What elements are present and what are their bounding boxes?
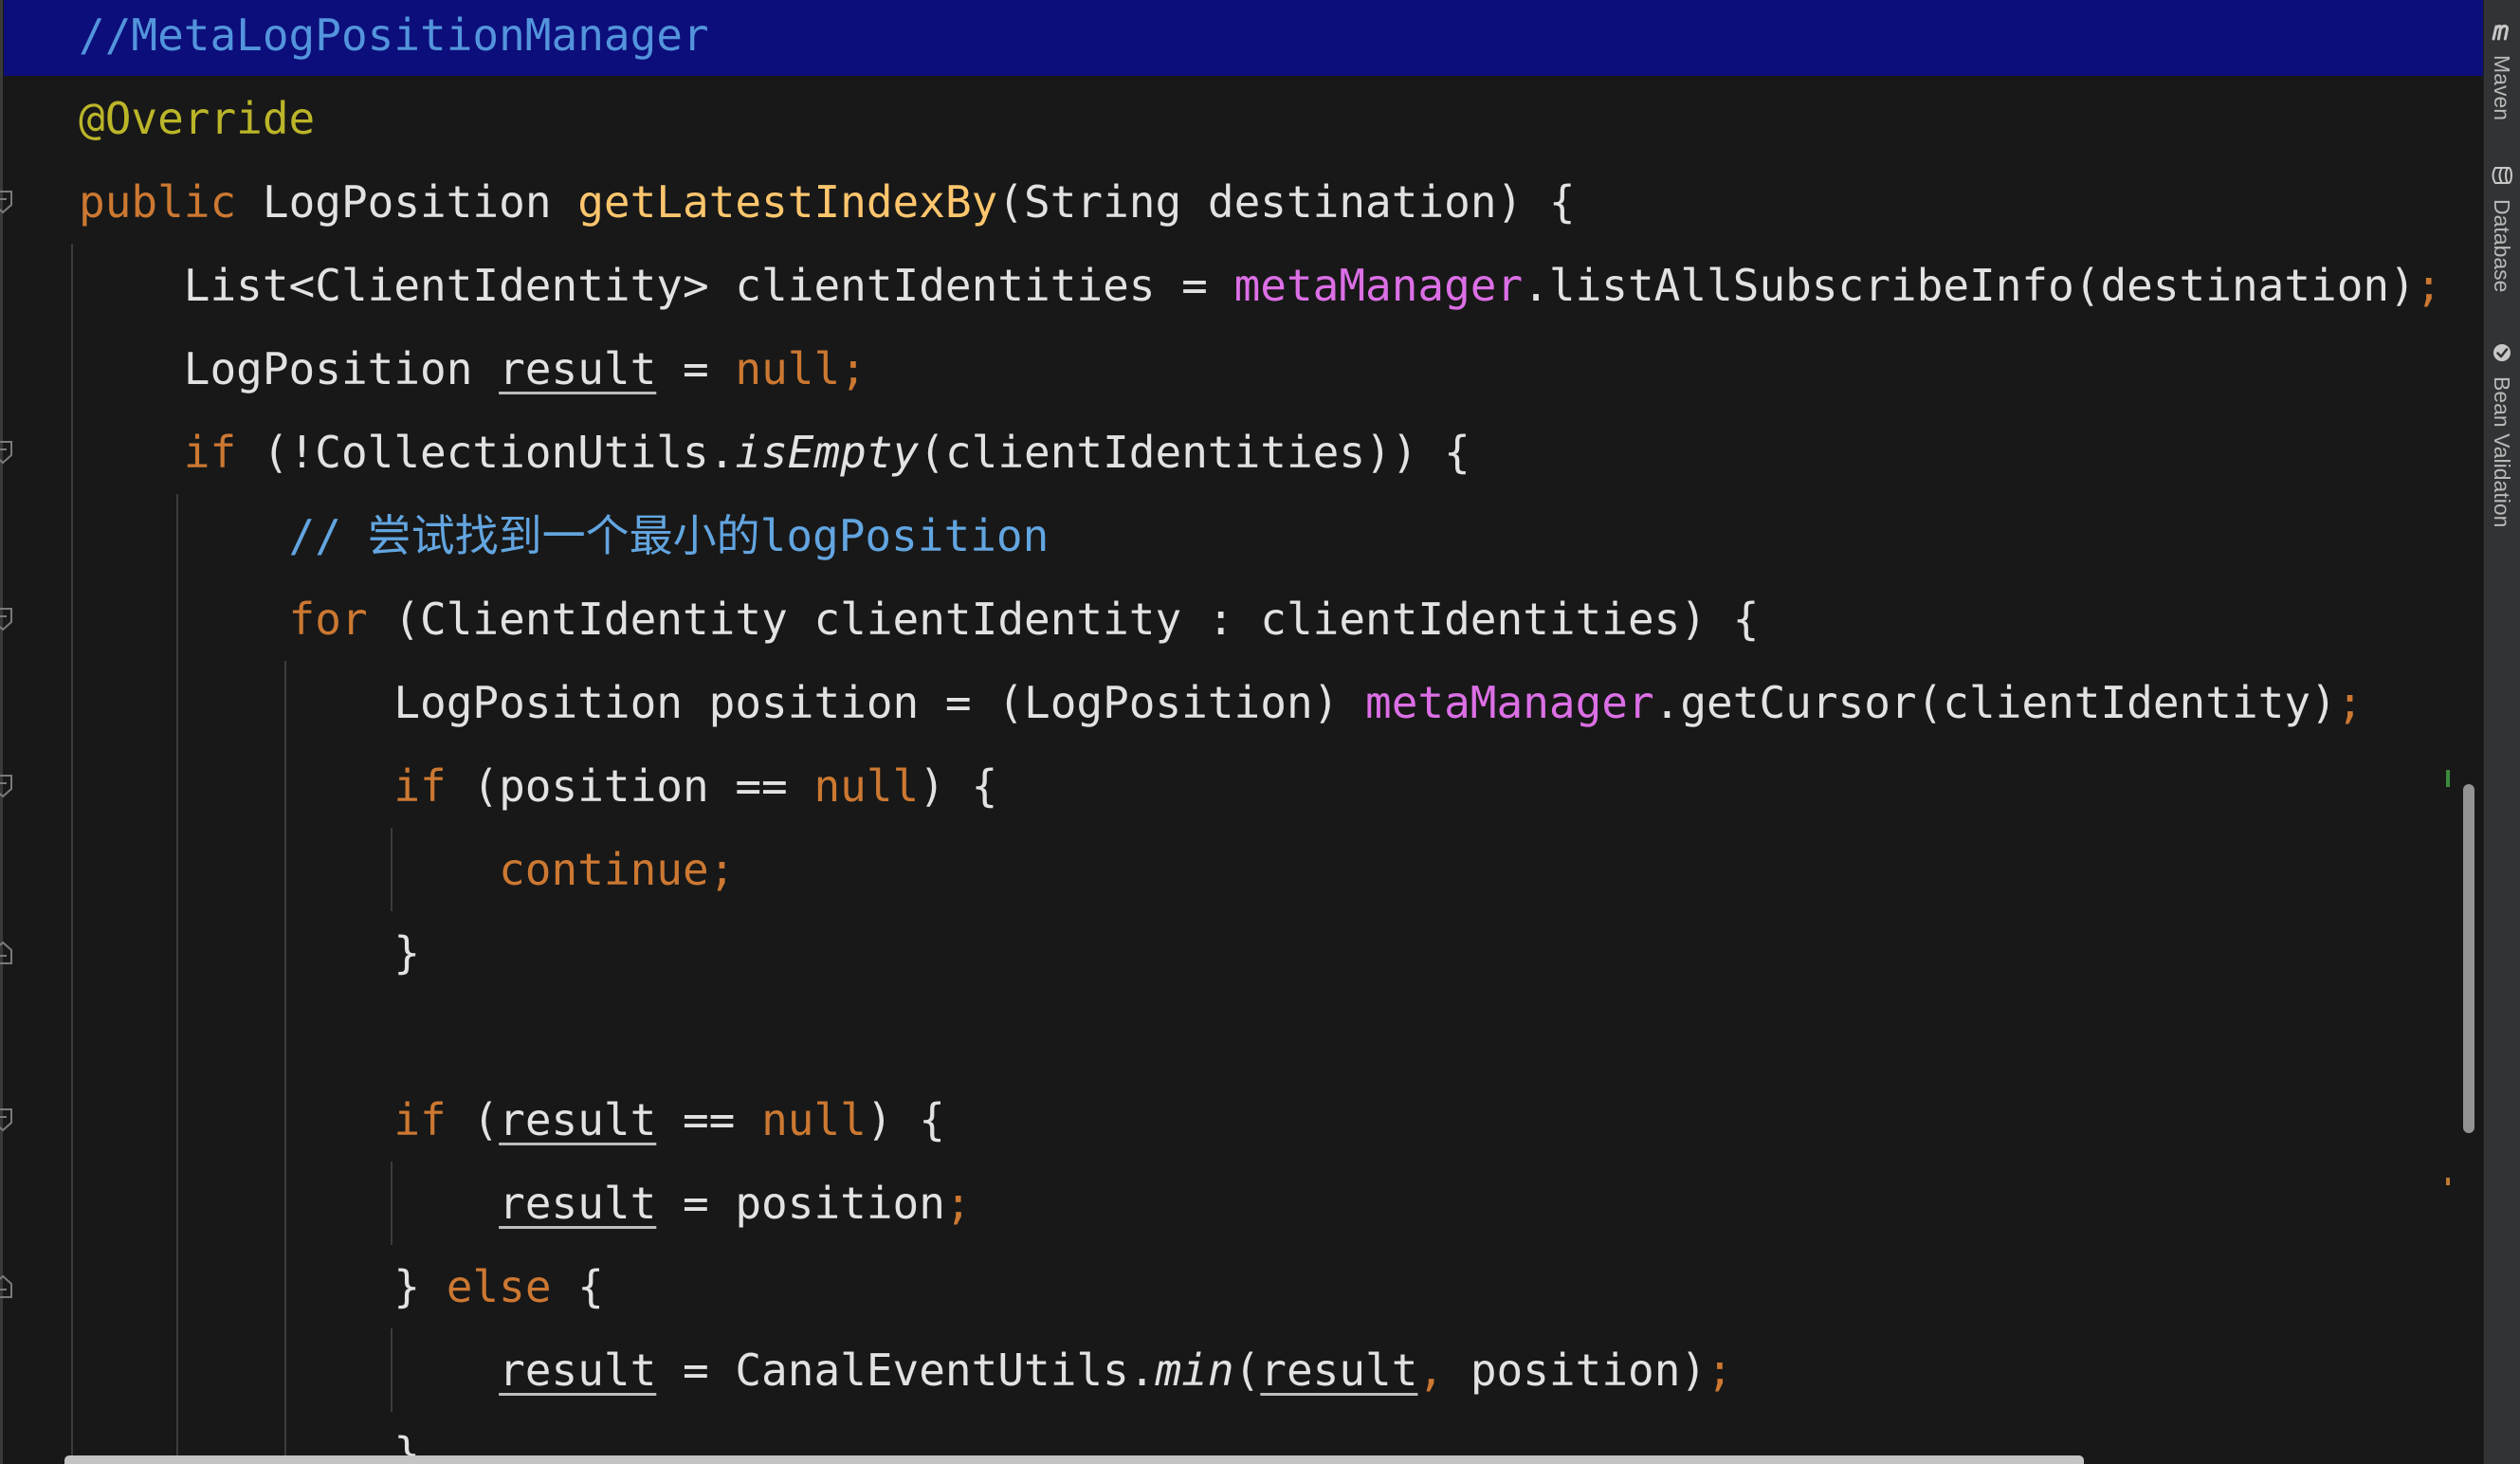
code-token[interactable]: ( — [472, 1094, 499, 1145]
code-line-4[interactable]: List<ClientIdentity> clientIdentities = … — [0, 244, 2483, 327]
code-line-6[interactable]: if (!CollectionUtils.isEmpty(clientIdent… — [0, 411, 2483, 494]
code-token[interactable]: continue; — [79, 844, 735, 895]
code-token[interactable]: public — [79, 176, 263, 228]
bean-validation-icon — [2490, 340, 2514, 365]
code-token[interactable]: //MetaLogPositionManager — [79, 9, 709, 61]
code-line-14[interactable]: if (result == null) { — [0, 1078, 2483, 1162]
code-line-17[interactable]: result = CanalEventUtils.min(result, pos… — [0, 1328, 2483, 1412]
code-token[interactable]: LogPosition — [263, 176, 577, 228]
code-token[interactable]: metaManager — [1365, 677, 1654, 728]
code-token[interactable]: // 尝试找到一个最小的logPosition — [79, 510, 1050, 561]
code-line-9[interactable]: LogPosition position = (LogPosition) met… — [0, 661, 2483, 744]
code-token[interactable]: result — [499, 1345, 656, 1396]
code-area[interactable]: //MetaLogPositionManager @Override public … — [0, 0, 2483, 1464]
error-stripe-change-marker[interactable] — [2446, 770, 2450, 787]
ide-window: //MetaLogPositionManager @Override public … — [0, 0, 2520, 1464]
code-token[interactable]: position) — [1444, 1345, 1707, 1396]
horizontal-scrollbar-thumb[interactable] — [64, 1455, 2084, 1464]
code-token[interactable]: (ClientIdentity clientIdentity : clientI… — [393, 594, 1759, 645]
code-token[interactable]: result — [499, 1178, 656, 1229]
maven-icon — [2490, 19, 2514, 44]
code-token[interactable]: null — [761, 1094, 867, 1145]
code-token[interactable]: getLatestIndexBy — [577, 176, 997, 228]
code-token[interactable]: ; — [2416, 260, 2442, 311]
code-editor[interactable]: //MetaLogPositionManager @Override public … — [0, 0, 2483, 1464]
tool-button-label: Database — [2490, 199, 2514, 293]
code-token[interactable]: ) { — [919, 760, 997, 812]
code-token[interactable]: (!CollectionUtils. — [263, 427, 736, 478]
code-line-2[interactable]: @Override — [0, 77, 2483, 160]
code-token[interactable]: if — [79, 1094, 472, 1145]
code-token[interactable] — [79, 1178, 499, 1229]
code-line-11[interactable]: continue; — [0, 828, 2483, 911]
code-token[interactable]: metaManager — [1234, 260, 1524, 311]
code-token[interactable]: = — [656, 343, 735, 394]
code-token[interactable]: for — [79, 594, 393, 645]
code-token[interactable]: = position — [656, 1178, 945, 1229]
code-line-8[interactable]: for (ClientIdentity clientIdentity : cli… — [0, 577, 2483, 661]
code-token[interactable] — [79, 1345, 499, 1396]
code-line-13[interactable] — [0, 995, 2483, 1078]
error-stripe-warning-marker[interactable] — [2446, 1178, 2450, 1185]
code-token[interactable]: min — [1155, 1345, 1233, 1396]
code-line-15[interactable]: result = position; — [0, 1162, 2483, 1245]
code-token[interactable]: result — [499, 1094, 656, 1145]
code-token[interactable]: @Override — [79, 93, 315, 144]
code-token[interactable]: ) { — [867, 1094, 945, 1145]
code-token[interactable]: LogPosition — [79, 343, 499, 394]
code-token[interactable]: .getCursor(clientIdentity) — [1654, 677, 2337, 728]
tool-button-label: Maven — [2490, 55, 2514, 121]
database-icon — [2490, 163, 2514, 188]
code-token[interactable]: } — [79, 927, 420, 979]
code-token[interactable]: ; — [945, 1178, 972, 1229]
code-token[interactable]: if — [79, 427, 263, 478]
code-token[interactable]: ; — [1707, 1345, 1733, 1396]
code-token[interactable]: isEmpty — [735, 427, 919, 478]
code-token[interactable]: result — [1260, 1345, 1417, 1396]
code-token[interactable]: if — [79, 760, 472, 812]
code-token[interactable]: .listAllSubscribeInfo(destination) — [1523, 260, 2416, 311]
code-token[interactable]: { — [577, 1261, 604, 1312]
code-token[interactable]: (clientIdentities)) { — [919, 427, 1470, 478]
code-token[interactable]: LogPosition position = (LogPosition) — [79, 677, 1365, 728]
code-line-7[interactable]: // 尝试找到一个最小的logPosition — [0, 494, 2483, 577]
code-token[interactable]: else — [447, 1261, 577, 1312]
code-token[interactable]: } — [79, 1261, 447, 1312]
code-line-1[interactable]: //MetaLogPositionManager — [0, 0, 2483, 77]
code-token[interactable]: List<ClientIdentity> clientIdentities = — [79, 260, 1234, 311]
tool-button-label: Bean Validation — [2490, 376, 2514, 528]
code-line-5[interactable]: LogPosition result = null; — [0, 327, 2483, 411]
right-tool-window-strip: Maven Database Bean Validation — [2483, 0, 2520, 1464]
code-line-16[interactable]: } else { — [0, 1245, 2483, 1328]
bean-validation-tool-button[interactable]: Bean Validation — [2484, 340, 2520, 527]
code-token[interactable]: , — [1417, 1345, 1444, 1396]
database-tool-button[interactable]: Database — [2484, 163, 2520, 292]
code-token[interactable]: (position == — [472, 760, 813, 812]
code-token[interactable]: = CanalEventUtils. — [656, 1345, 1156, 1396]
vertical-scrollbar-thumb[interactable] — [2463, 784, 2474, 1133]
code-token[interactable]: ( — [1234, 1345, 1261, 1396]
code-token[interactable]: ; — [2337, 677, 2364, 728]
code-token[interactable]: null; — [735, 343, 866, 394]
code-line-12[interactable]: } — [0, 911, 2483, 995]
code-token[interactable]: == — [656, 1094, 761, 1145]
code-line-3[interactable]: public LogPosition getLatestIndexBy(Stri… — [0, 160, 2483, 244]
code-line-10[interactable]: if (position == null) { — [0, 744, 2483, 828]
code-token[interactable]: (String destination) { — [997, 176, 1575, 228]
code-token[interactable]: null — [813, 760, 919, 812]
code-token[interactable]: result — [499, 343, 656, 394]
maven-tool-button[interactable]: Maven — [2484, 19, 2520, 120]
